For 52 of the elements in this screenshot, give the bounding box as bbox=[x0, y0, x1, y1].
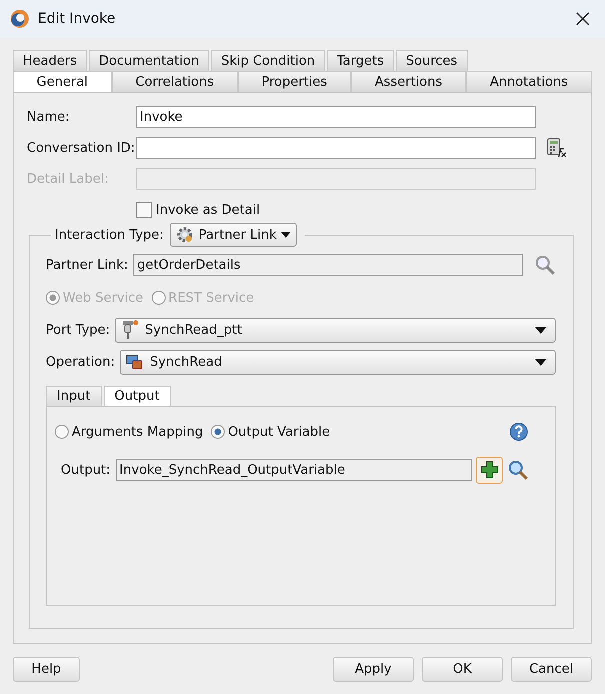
mapping-radio[interactable]: Arguments Mapping bbox=[55, 424, 204, 440]
radio-circle-icon[interactable] bbox=[211, 425, 226, 439]
conversation-id-field[interactable] bbox=[136, 137, 536, 159]
tab[interactable]: General bbox=[13, 71, 112, 92]
tab[interactable]: Skip Condition bbox=[211, 50, 326, 71]
tab[interactable]: Sources bbox=[396, 50, 468, 71]
search-icon[interactable] bbox=[507, 459, 529, 481]
name-field[interactable]: Invoke bbox=[136, 106, 536, 128]
dialog-button[interactable]: Apply bbox=[333, 657, 414, 682]
field-label: Conversation ID: bbox=[27, 140, 136, 156]
help-button[interactable]: Help bbox=[13, 657, 80, 682]
window-title: Edit Invoke bbox=[38, 11, 117, 27]
add-button[interactable] bbox=[476, 456, 503, 484]
field-label: Operation: bbox=[46, 354, 116, 370]
field-label: Name: bbox=[27, 110, 71, 124]
field-label: Port Type: bbox=[46, 322, 110, 338]
tab[interactable]: Documentation bbox=[89, 50, 210, 71]
field-label: Partner Link: bbox=[46, 258, 128, 272]
interaction-type-dropdown[interactable]: Partner Link bbox=[170, 223, 297, 247]
tab[interactable]: Properties bbox=[238, 71, 352, 92]
caret-icon bbox=[280, 232, 291, 238]
calculator-icon[interactable] bbox=[547, 138, 567, 158]
caret-icon bbox=[535, 326, 547, 334]
radio-circle-icon[interactable] bbox=[55, 425, 69, 439]
tab[interactable]: Correlations bbox=[112, 71, 238, 92]
plus-icon bbox=[480, 460, 500, 480]
dialog-button[interactable]: OK bbox=[422, 657, 503, 682]
dialog-button[interactable]: Cancel bbox=[511, 657, 592, 682]
plug-icon bbox=[121, 320, 140, 340]
field-label: Interaction Type: bbox=[55, 228, 164, 242]
mapping-radio[interactable]: Output Variable bbox=[211, 424, 330, 440]
close-icon[interactable] bbox=[575, 11, 591, 27]
help-icon[interactable] bbox=[509, 422, 529, 442]
checkbox-square-icon[interactable] bbox=[136, 202, 152, 218]
operation-dropdown[interactable]: SynchRead bbox=[120, 350, 556, 374]
gear-icon bbox=[174, 225, 195, 245]
operation-icon bbox=[126, 353, 144, 371]
port-type-dropdown[interactable]: SynchRead_ptt bbox=[115, 318, 556, 342]
partner-link-field[interactable]: getOrderDetails bbox=[133, 254, 523, 276]
tab[interactable]: Input bbox=[46, 386, 102, 406]
tab[interactable]: Annotations bbox=[466, 71, 592, 92]
tab[interactable]: Headers bbox=[13, 50, 88, 71]
output-field[interactable]: Invoke_SynchRead_OutputVariable bbox=[116, 459, 472, 481]
tab[interactable]: Output bbox=[104, 386, 171, 406]
invoke-as-detail-checkbox[interactable]: Invoke as Detail bbox=[136, 202, 260, 218]
app-logo-icon bbox=[10, 9, 30, 29]
tab[interactable]: Targets bbox=[327, 50, 394, 71]
search-icon[interactable] bbox=[534, 254, 556, 276]
caret-icon bbox=[535, 358, 547, 366]
tab[interactable]: Assertions bbox=[351, 71, 466, 92]
field-label: Detail Label: bbox=[27, 172, 110, 186]
field-label: Output: bbox=[61, 462, 111, 478]
